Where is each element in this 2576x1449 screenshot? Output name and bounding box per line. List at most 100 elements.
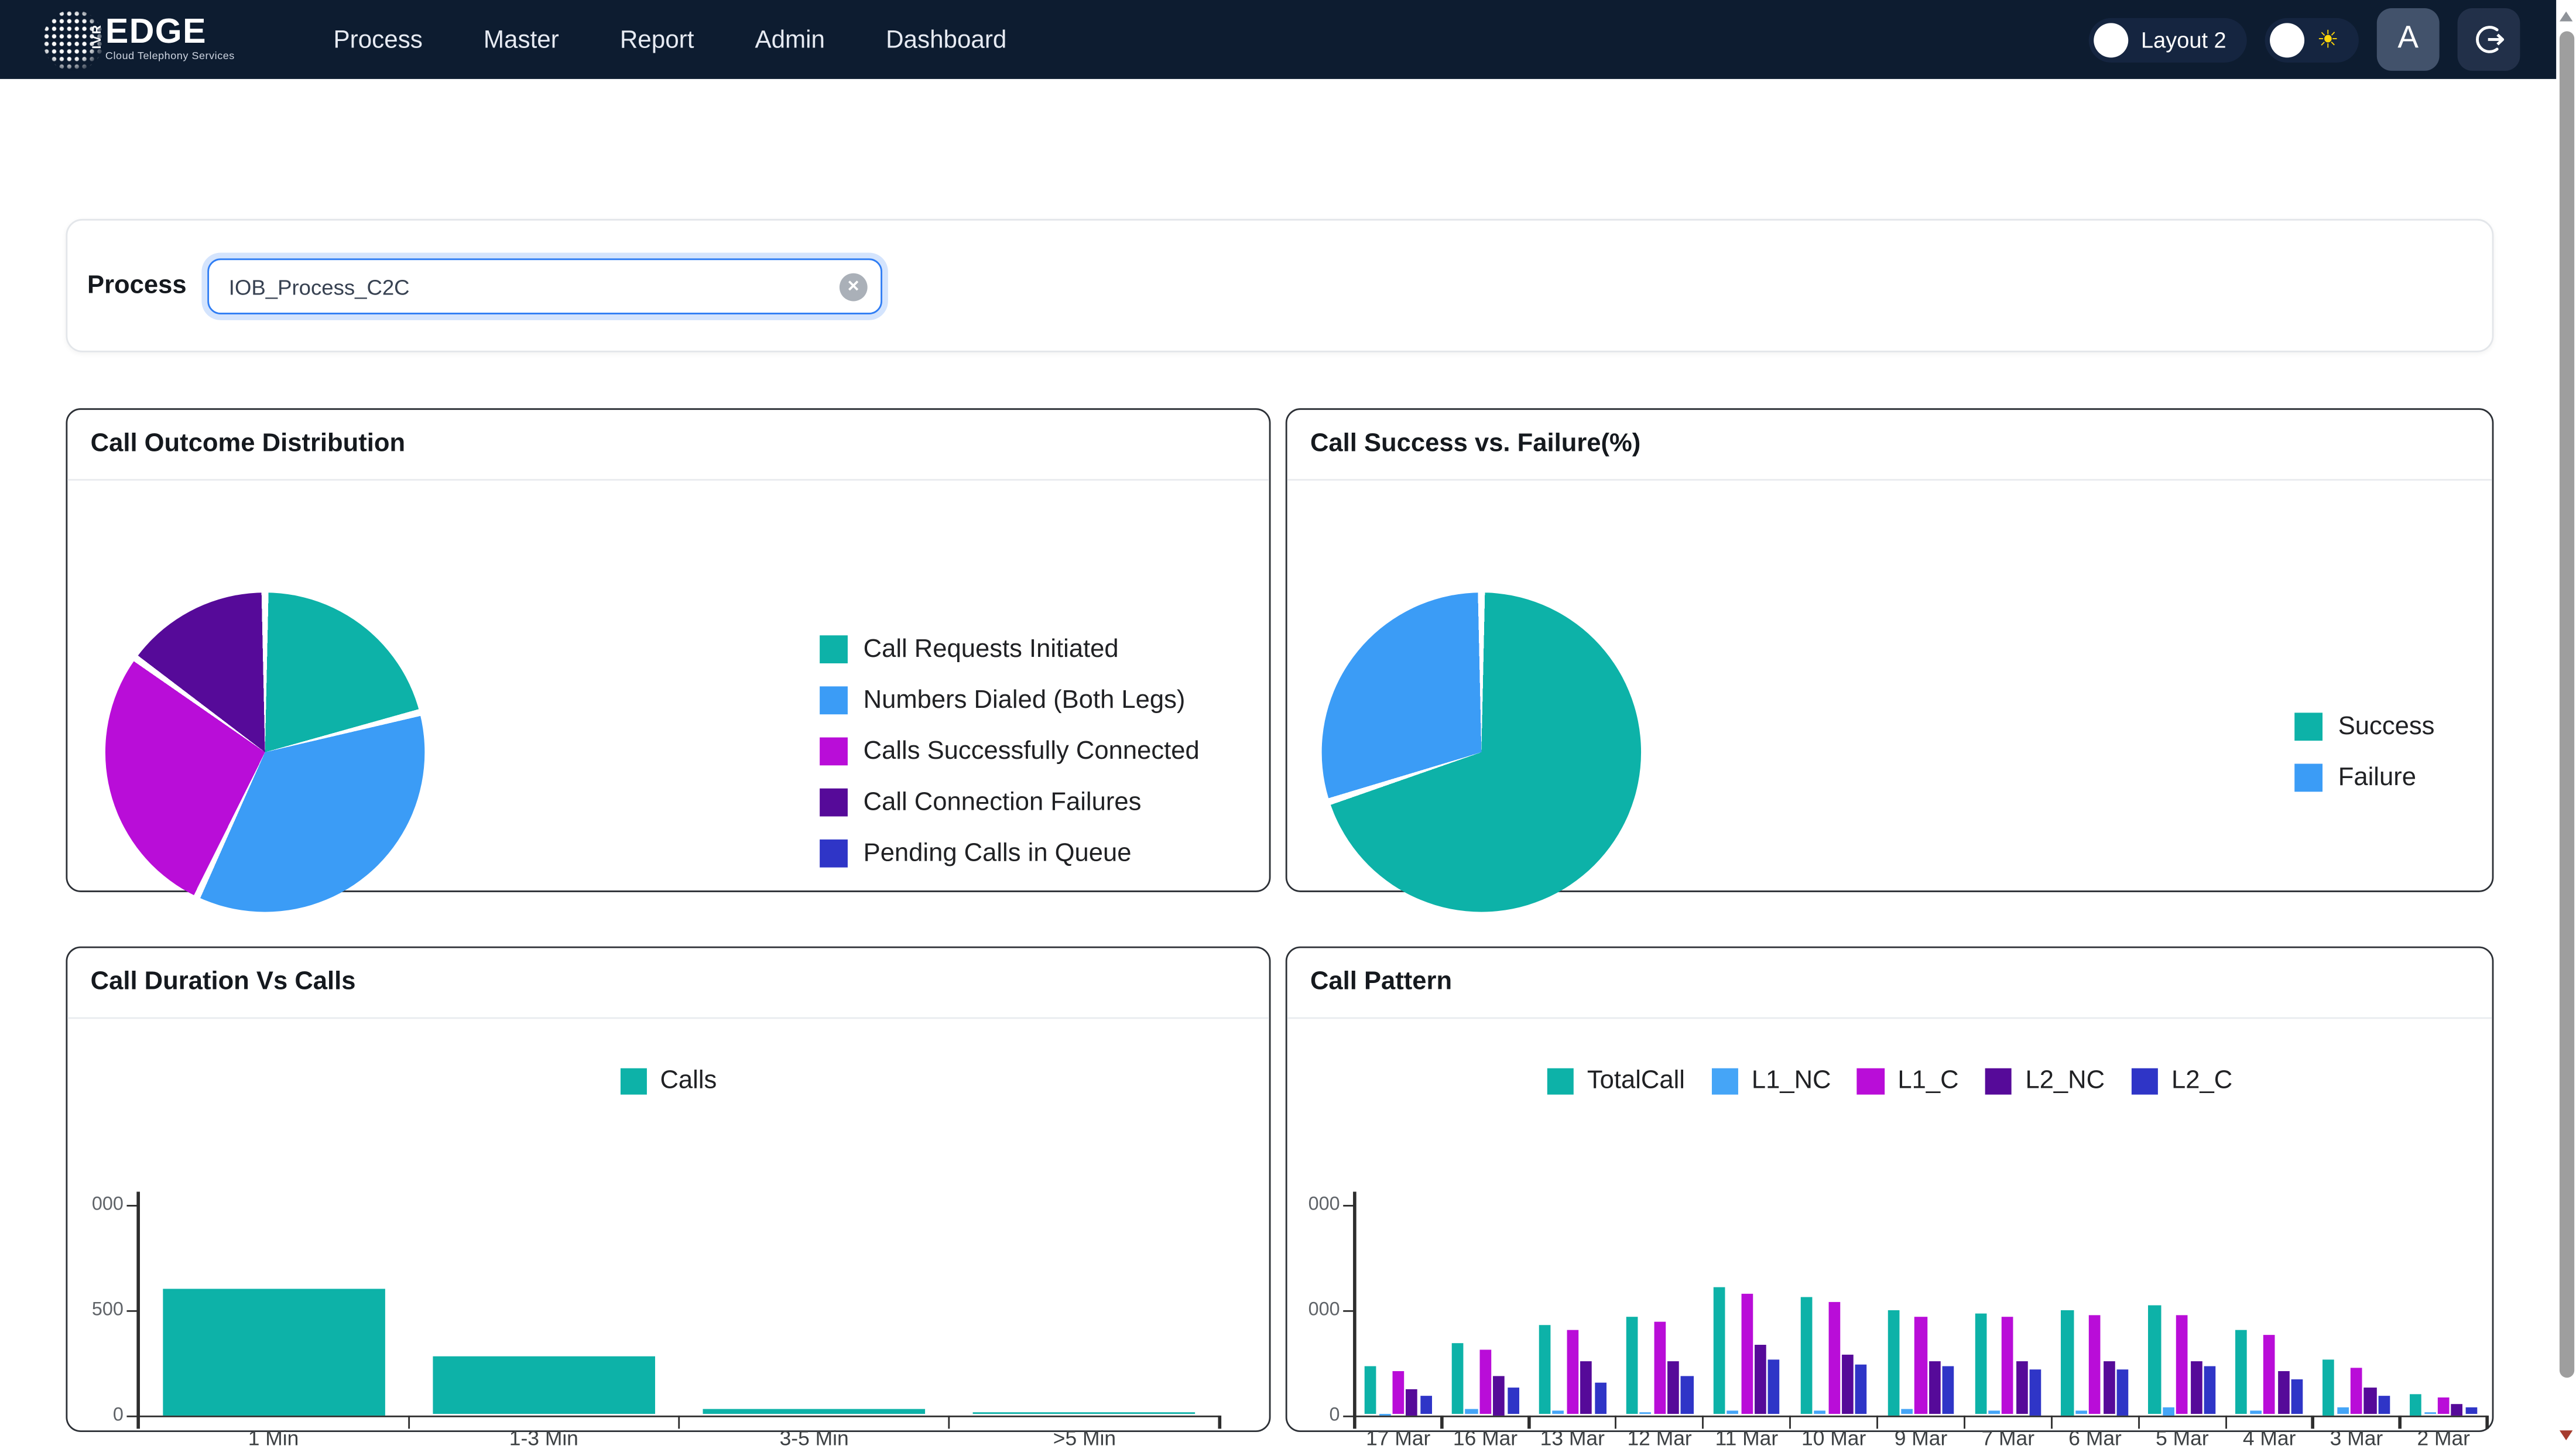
legend-item[interactable]: Call Requests Initiated bbox=[820, 624, 1200, 675]
bar-L2_NC[interactable] bbox=[2190, 1361, 2202, 1414]
bar-L1_C[interactable] bbox=[1567, 1330, 1578, 1414]
bar-L2_C[interactable] bbox=[2378, 1395, 2390, 1414]
legend-item[interactable]: Failure bbox=[2294, 752, 2434, 803]
bar-TotalCall[interactable] bbox=[1888, 1310, 1899, 1414]
bar-L1_C[interactable] bbox=[2351, 1369, 2362, 1415]
bar-L2_C[interactable] bbox=[2465, 1407, 2477, 1415]
bar-L2_NC[interactable] bbox=[2016, 1361, 2027, 1414]
bar-L2_NC[interactable] bbox=[1580, 1361, 1592, 1414]
bar-L1_C[interactable] bbox=[1915, 1316, 1927, 1414]
bar-L2_NC[interactable] bbox=[2103, 1361, 2115, 1414]
bar-TotalCall[interactable] bbox=[1713, 1288, 1725, 1415]
bar-L1_C[interactable] bbox=[2002, 1317, 2014, 1415]
bar-L1_C[interactable] bbox=[1741, 1293, 1752, 1415]
bar-L1_C[interactable] bbox=[2263, 1335, 2275, 1414]
legend-item[interactable]: L2_NC bbox=[1985, 1067, 2105, 1097]
layout-toggle[interactable]: Layout 2 bbox=[2088, 18, 2246, 62]
page-scrollbar[interactable] bbox=[2556, 0, 2576, 1449]
bar-L1_NC[interactable] bbox=[2250, 1411, 2262, 1414]
bar-L2_NC[interactable] bbox=[1667, 1362, 1679, 1414]
legend-item[interactable]: L1_NC bbox=[1711, 1067, 1831, 1097]
bar-Calls[interactable] bbox=[703, 1409, 926, 1415]
nav-item-process[interactable]: Process bbox=[334, 26, 423, 54]
bar-L1_NC[interactable] bbox=[1727, 1410, 1739, 1414]
legend-item[interactable]: TotalCall bbox=[1547, 1067, 1685, 1097]
bar-L2_C[interactable] bbox=[1507, 1388, 1519, 1415]
user-avatar-button[interactable]: A bbox=[2377, 8, 2440, 71]
bar-L1_C[interactable] bbox=[1654, 1321, 1666, 1415]
bar-L1_NC[interactable] bbox=[2424, 1412, 2435, 1414]
bar-L1_NC[interactable] bbox=[2163, 1407, 2174, 1414]
toggle-knob[interactable] bbox=[2269, 22, 2304, 57]
bar-L2_NC[interactable] bbox=[1842, 1354, 1854, 1415]
bar-TotalCall[interactable] bbox=[1539, 1324, 1551, 1414]
nav-item-admin[interactable]: Admin bbox=[755, 26, 825, 54]
bar-TotalCall[interactable] bbox=[2236, 1329, 2248, 1414]
logout-button[interactable] bbox=[2458, 8, 2520, 71]
bar-L2_C[interactable] bbox=[1420, 1395, 1431, 1414]
brand-logo[interactable]: IVR EDGE Cloud Telephony Services bbox=[43, 9, 235, 70]
bar-TotalCall[interactable] bbox=[2061, 1310, 2073, 1414]
bar-TotalCall[interactable] bbox=[1975, 1313, 1986, 1414]
bar-L2_NC[interactable] bbox=[1493, 1375, 1505, 1414]
scroll-down-icon[interactable] bbox=[2558, 1430, 2571, 1440]
legend-item[interactable]: Numbers Dialed (Both Legs) bbox=[820, 675, 1200, 726]
bar-L1_C[interactable] bbox=[2176, 1314, 2188, 1414]
process-input[interactable] bbox=[207, 258, 882, 314]
legend-item[interactable]: Calls Successfully Connected bbox=[820, 726, 1200, 777]
legend-item[interactable]: Success bbox=[2294, 701, 2434, 752]
bar-L1_NC[interactable] bbox=[2075, 1410, 2087, 1414]
bar-L1_NC[interactable] bbox=[1465, 1409, 1477, 1415]
pie-chart-call-outcome[interactable] bbox=[105, 592, 424, 912]
bar-Calls[interactable] bbox=[433, 1356, 655, 1414]
bar-L2_C[interactable] bbox=[2204, 1367, 2216, 1415]
bar-L1_C[interactable] bbox=[1392, 1371, 1404, 1414]
bar-TotalCall[interactable] bbox=[1365, 1366, 1376, 1414]
legend-item[interactable]: Call Connection Failures bbox=[820, 777, 1200, 828]
bar-L1_C[interactable] bbox=[2089, 1314, 2101, 1414]
bar-L2_C[interactable] bbox=[1769, 1360, 1780, 1414]
bar-L1_NC[interactable] bbox=[1640, 1412, 1652, 1414]
bar-L2_NC[interactable] bbox=[1755, 1344, 1766, 1414]
nav-item-master[interactable]: Master bbox=[484, 26, 559, 54]
bar-L2_C[interactable] bbox=[2291, 1379, 2303, 1415]
bar-L2_NC[interactable] bbox=[1406, 1389, 1418, 1415]
nav-item-report[interactable]: Report bbox=[620, 26, 694, 54]
bar-L2_C[interactable] bbox=[1855, 1364, 1867, 1414]
bar-L2_C[interactable] bbox=[1943, 1366, 1954, 1414]
scrollbar-thumb[interactable] bbox=[2558, 31, 2573, 1378]
bar-L1_C[interactable] bbox=[1479, 1349, 1491, 1414]
bar-Calls[interactable] bbox=[162, 1289, 385, 1414]
bar-TotalCall[interactable] bbox=[2323, 1359, 2335, 1414]
legend-item[interactable]: Calls bbox=[620, 1067, 717, 1097]
bar-L2_NC[interactable] bbox=[1929, 1361, 1941, 1414]
bar-L2_NC[interactable] bbox=[2277, 1371, 2289, 1414]
legend-item[interactable]: L2_C bbox=[2131, 1067, 2232, 1097]
bar-L1_NC[interactable] bbox=[1901, 1409, 1913, 1415]
bar-L2_NC[interactable] bbox=[2451, 1405, 2463, 1415]
bar-Calls[interactable] bbox=[974, 1413, 1196, 1415]
bar-L2_NC[interactable] bbox=[2365, 1388, 2376, 1415]
bar-TotalCall[interactable] bbox=[2149, 1306, 2160, 1414]
theme-toggle[interactable]: ☀ bbox=[2264, 18, 2359, 62]
bar-L1_C[interactable] bbox=[1828, 1303, 1839, 1415]
bar-L2_C[interactable] bbox=[2117, 1370, 2129, 1414]
bar-L1_C[interactable] bbox=[2438, 1397, 2450, 1414]
legend-item[interactable]: L1_C bbox=[1858, 1067, 1959, 1097]
bar-L1_NC[interactable] bbox=[2337, 1408, 2348, 1415]
bar-L2_C[interactable] bbox=[1681, 1376, 1693, 1414]
nav-item-dashboard[interactable]: Dashboard bbox=[886, 26, 1006, 54]
bar-L1_NC[interactable] bbox=[1553, 1410, 1564, 1414]
bar-L1_NC[interactable] bbox=[1379, 1413, 1390, 1415]
toggle-knob[interactable] bbox=[2094, 22, 2128, 57]
legend-item[interactable]: Pending Calls in Queue bbox=[820, 828, 1200, 879]
bar-TotalCall[interactable] bbox=[1626, 1317, 1638, 1415]
bar-L1_NC[interactable] bbox=[1988, 1411, 2000, 1414]
pie-chart-success-failure[interactable] bbox=[1322, 592, 1641, 912]
bar-L2_C[interactable] bbox=[2030, 1370, 2041, 1414]
bar-L1_NC[interactable] bbox=[1814, 1410, 1826, 1414]
bar-TotalCall[interactable] bbox=[1800, 1297, 1812, 1415]
bar-TotalCall[interactable] bbox=[1452, 1343, 1464, 1415]
scroll-up-icon[interactable] bbox=[2558, 12, 2571, 22]
bar-TotalCall[interactable] bbox=[2410, 1394, 2422, 1415]
